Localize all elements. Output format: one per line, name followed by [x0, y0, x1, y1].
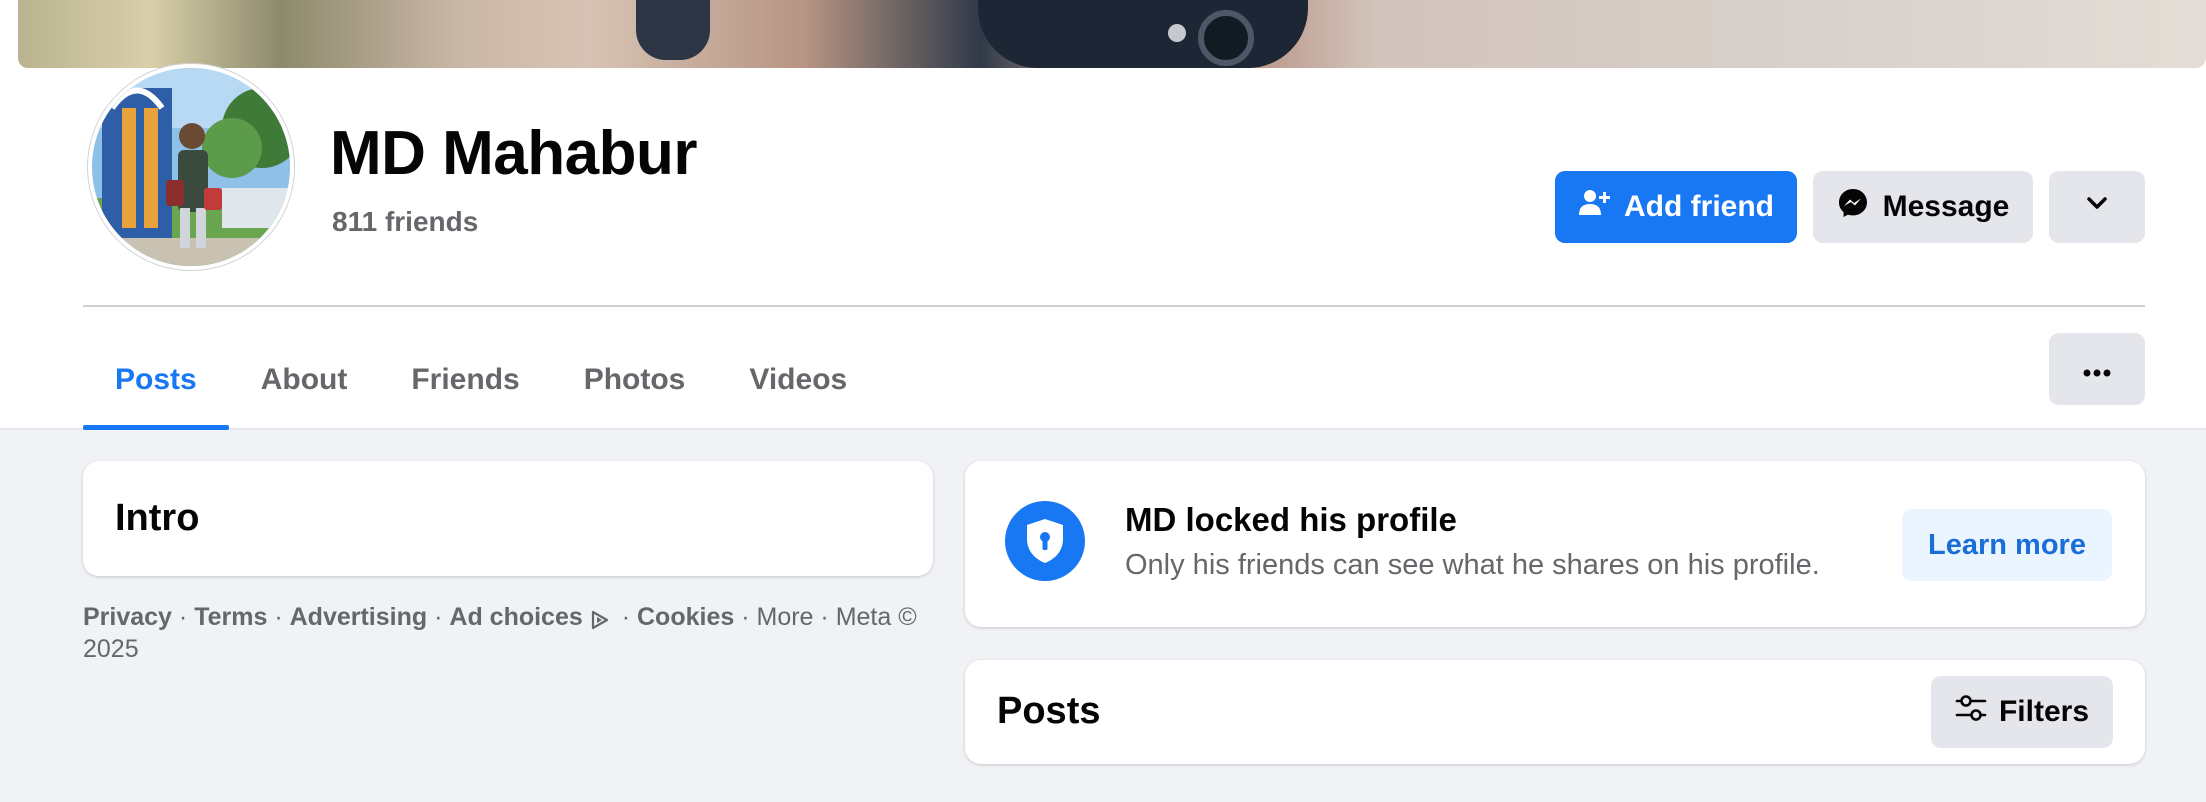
- cover-photo-lens: [1198, 10, 1254, 66]
- messenger-icon: [1837, 187, 1869, 227]
- footer-separator: ·: [741, 603, 750, 631]
- profile-tabs: Posts About Friends Photos Videos: [83, 330, 879, 430]
- message-button[interactable]: Message: [1813, 171, 2033, 243]
- message-label: Message: [1882, 190, 2010, 223]
- cover-photo-strap: [636, 0, 710, 60]
- cover-photo[interactable]: [18, 0, 2206, 68]
- posts-card: Posts Filters: [965, 660, 2145, 764]
- ad-choices-icon: [589, 607, 611, 630]
- footer-separator: ·: [820, 603, 829, 631]
- add-friend-button[interactable]: Add friend: [1555, 171, 1797, 243]
- footer-separator: ·: [434, 603, 443, 631]
- tab-friends[interactable]: Friends: [379, 330, 551, 430]
- shield-lock-icon: [1005, 501, 1085, 581]
- footer-links: Privacy · Terms · Advertising · Ad choic…: [83, 601, 943, 665]
- filters-label: Filters: [1998, 695, 2090, 728]
- avatar[interactable]: [88, 64, 294, 270]
- profile-actions-dropdown-button[interactable]: [2049, 171, 2145, 243]
- footer-link-advertising[interactable]: Advertising: [290, 603, 428, 631]
- more-dots-icon: [2082, 352, 2112, 386]
- chevron-down-icon: [2084, 190, 2110, 224]
- tab-photos[interactable]: Photos: [552, 330, 718, 430]
- footer-separator: ·: [621, 603, 631, 631]
- footer-link-ad-choices[interactable]: Ad choices: [449, 603, 582, 631]
- locked-title: MD locked his profile: [1125, 501, 1457, 538]
- avatar-image: [92, 68, 290, 266]
- learn-more-button[interactable]: Learn more: [1902, 509, 2112, 581]
- footer-link-privacy[interactable]: Privacy: [83, 603, 172, 631]
- locked-subtitle: Only his friends can see what he shares …: [1125, 549, 1820, 581]
- intro-card: Intro: [83, 461, 933, 576]
- tab-about[interactable]: About: [229, 330, 380, 430]
- profile-locked-card: MD locked his profile Only his friends c…: [965, 461, 2145, 627]
- footer-separator: ·: [178, 603, 188, 631]
- footer-link-cookies[interactable]: Cookies: [637, 603, 734, 631]
- posts-title: Posts: [997, 690, 1101, 732]
- header-divider: [83, 305, 2145, 307]
- profile-header: MD Mahabur 811 friends Add friend Messag…: [0, 0, 2206, 430]
- intro-title: Intro: [115, 497, 200, 539]
- friends-count[interactable]: 811 friends: [332, 206, 478, 238]
- footer-link-terms[interactable]: Terms: [194, 603, 267, 631]
- add-friend-label: Add friend: [1624, 190, 1774, 223]
- tab-videos[interactable]: Videos: [717, 330, 879, 430]
- cover-photo-camera: [978, 0, 1308, 68]
- tabs-more-button[interactable]: [2049, 333, 2145, 405]
- person-plus-icon: [1578, 187, 1610, 227]
- cover-photo-lens-small: [1168, 24, 1186, 42]
- profile-name: MD Mahabur: [330, 119, 698, 188]
- tab-posts[interactable]: Posts: [83, 330, 229, 430]
- footer-link-more[interactable]: More: [757, 603, 814, 631]
- footer-separator: ·: [274, 603, 283, 631]
- filters-button[interactable]: Filters: [1931, 676, 2113, 748]
- sliders-icon: [1955, 693, 1987, 731]
